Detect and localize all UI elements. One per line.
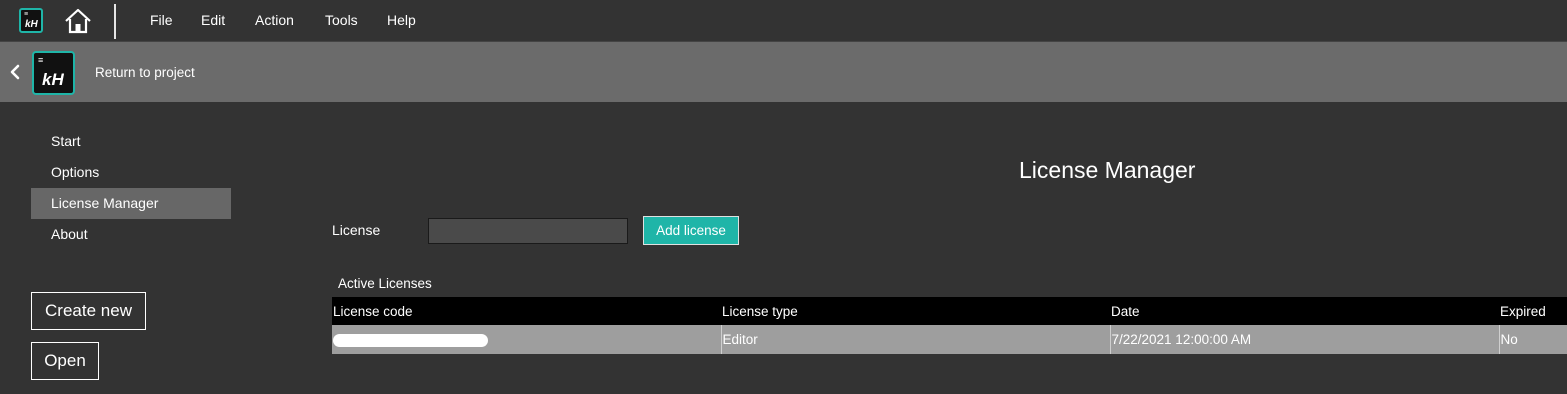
project-bar: ≡ kH Return to project [0,42,1567,102]
project-logo-icon[interactable]: ≡ kH [32,51,75,95]
return-to-project-link[interactable]: Return to project [95,65,195,80]
sidebar-item-about[interactable]: About [31,219,231,250]
sidebar-item-license-manager[interactable]: License Manager [31,188,231,219]
license-code-cell[interactable] [332,325,721,354]
license-type-cell[interactable]: Editor [720,325,1110,354]
menu-file[interactable]: File [150,12,173,28]
app-logo-icon: ≡ kH [19,8,43,33]
active-licenses-label: Active Licenses [338,276,432,291]
redacted-license-code [333,333,488,347]
logo-text: kH [25,19,38,30]
chevron-left-icon[interactable] [8,62,22,82]
menu-bar: ≡ kH File Edit Action Tools Help [0,0,1567,42]
menu-tools[interactable]: Tools [325,12,358,28]
license-label: License [332,222,381,238]
column-header-date[interactable]: Date [1110,297,1499,325]
license-input[interactable] [428,218,628,244]
column-header-expired[interactable]: Expired [1499,297,1567,325]
table-header-row: License code License type Date Expired [332,297,1567,325]
open-button[interactable]: Open [31,342,99,380]
project-logo-text: kH [42,70,64,89]
menu-help[interactable]: Help [387,12,416,28]
sidebar-item-start[interactable]: Start [31,126,231,157]
sidebar-item-options[interactable]: Options [31,157,231,188]
column-header-license-code[interactable]: License code [332,297,721,325]
create-new-button[interactable]: Create new [31,292,146,330]
date-cell[interactable]: 7/22/2021 12:00:00 AM [1109,325,1499,354]
logo-lines: ≡ [24,11,29,18]
menu-separator [114,4,116,39]
menu-edit[interactable]: Edit [201,12,225,28]
menu-action[interactable]: Action [255,12,294,28]
licenses-table: License code License type Date Expired E… [332,297,1567,354]
add-license-button[interactable]: Add license [643,216,739,245]
page-title: License Manager [1019,157,1196,183]
expired-cell[interactable]: No [1498,325,1567,354]
table-row[interactable]: Editor 7/22/2021 12:00:00 AM No [332,325,1567,354]
home-icon[interactable] [63,7,93,35]
column-header-license-type[interactable]: License type [721,297,1110,325]
project-logo-lines: ≡ [38,55,44,65]
